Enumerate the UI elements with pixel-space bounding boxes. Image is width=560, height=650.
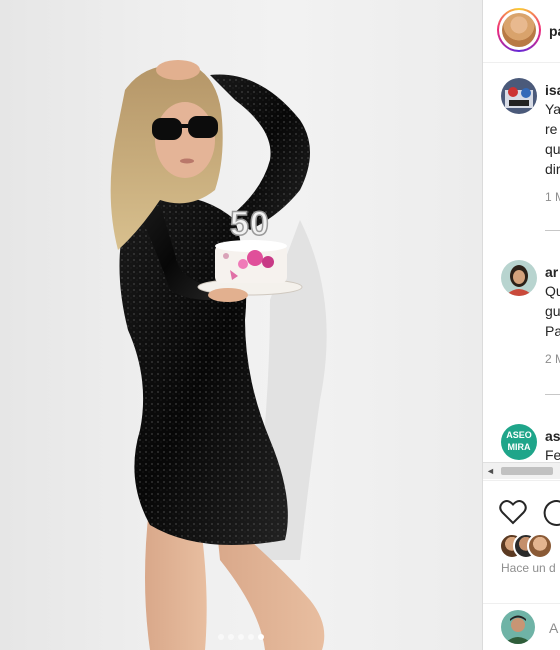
avatar-logo-text: MIRA xyxy=(507,442,531,452)
liker-avatar xyxy=(527,533,553,559)
carousel-dot[interactable] xyxy=(258,634,264,640)
comment-text-line: Pa xyxy=(545,323,560,339)
carousel-dot[interactable] xyxy=(248,634,254,640)
carousel-dot[interactable] xyxy=(218,634,224,640)
comment-text-line: Fe xyxy=(545,447,560,463)
birthday-cake xyxy=(215,240,287,283)
photo-illustration xyxy=(110,60,327,650)
horizontal-scrollbar[interactable]: ◄ xyxy=(483,462,560,479)
post-header: pa xyxy=(483,0,560,63)
avatar-logo-text: ASEO xyxy=(506,430,532,440)
scrollbar-thumb[interactable] xyxy=(501,467,553,475)
carousel-dots xyxy=(0,634,482,640)
comment-text-line: Ya xyxy=(545,101,560,117)
comment-text-line: qu xyxy=(545,141,560,157)
comment-text-line: dir xyxy=(545,161,560,177)
comment-username[interactable]: isa xyxy=(545,82,560,98)
comment-username[interactable]: ar xyxy=(545,264,558,280)
comment-icon[interactable] xyxy=(543,499,560,532)
comment-text-line: Qu xyxy=(545,283,560,299)
post-photo[interactable]: 50 xyxy=(0,0,482,650)
add-comment-row: A xyxy=(483,603,560,650)
liked-by-avatars[interactable] xyxy=(499,533,559,559)
heart-icon[interactable] xyxy=(499,499,527,530)
carousel-dot[interactable] xyxy=(228,634,234,640)
post-timestamp[interactable]: Hace un d xyxy=(501,561,556,575)
comment-username[interactable]: as xyxy=(545,428,560,444)
author-avatar[interactable] xyxy=(497,8,541,52)
comment-timestamp: 2 M xyxy=(545,352,560,366)
hand-on-head xyxy=(156,60,200,80)
comment-text-line: re xyxy=(545,121,558,137)
post-actions: Hace un d A xyxy=(483,480,560,650)
cake-topper-number: 50 xyxy=(229,204,270,244)
comment-timestamp: 1 M xyxy=(545,190,560,204)
carousel-dot[interactable] xyxy=(238,634,244,640)
current-user-avatar xyxy=(501,610,535,644)
comment-avatar[interactable] xyxy=(501,78,537,114)
author-username[interactable]: pa xyxy=(549,23,560,39)
comment-text-line: gu xyxy=(545,303,560,319)
view-replies-line[interactable] xyxy=(545,394,560,395)
add-comment-input[interactable]: A xyxy=(549,620,558,636)
view-replies-line[interactable] xyxy=(545,230,560,231)
post-side-panel: pa isa Ya re qu dir 1 M xyxy=(482,0,560,650)
scroll-left-arrow[interactable]: ◄ xyxy=(486,466,495,476)
comment-avatar[interactable]: ASEO MIRA xyxy=(501,424,537,460)
comment-avatar[interactable] xyxy=(501,260,537,296)
